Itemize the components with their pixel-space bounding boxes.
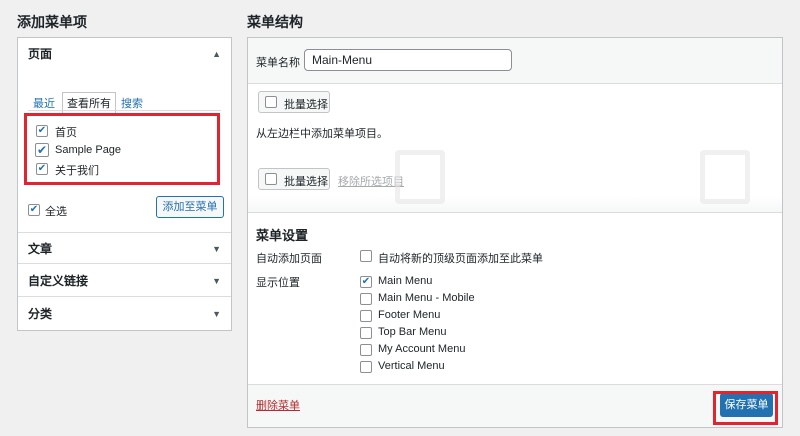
select-all-checkbox[interactable]: ✔: [28, 204, 40, 216]
location-label-my-account-menu: My Account Menu: [378, 343, 466, 355]
auto-add-pages-label: 自动添加页面: [256, 253, 322, 265]
add-menu-items-panel: 页面 ▲ 最近 查看所有 搜索 ✔ 首页 ✔ Sample Page ✔ 关于我…: [17, 37, 232, 331]
page-checkbox-about[interactable]: ✔: [36, 163, 48, 175]
page-label-sample: Sample Page: [55, 144, 122, 156]
posts-section-title: 文章: [28, 242, 53, 256]
bulk-select-button-bottom[interactable]: 批量选择: [258, 168, 330, 190]
expand-down-icon: ▼: [212, 309, 221, 319]
location-checkbox-my-account-menu[interactable]: [360, 344, 372, 356]
bulk-select-checkbox[interactable]: [265, 96, 277, 108]
location-label-main-menu-mobile: Main Menu - Mobile: [378, 292, 475, 304]
remove-selected-link[interactable]: 移除所选项目: [338, 173, 404, 189]
custom-links-section-header[interactable]: 自定义链接 ▼: [18, 265, 231, 297]
menu-header: 菜单名称: [248, 38, 782, 84]
add-to-menu-button[interactable]: 添加至菜单: [156, 196, 224, 218]
menu-items-divider: [248, 196, 782, 213]
custom-links-section-title: 自定义链接: [28, 274, 89, 288]
menu-footer: 删除菜单 保存菜单: [248, 384, 782, 427]
location-checkbox-vertical-menu[interactable]: [360, 361, 372, 373]
bulk-select-button-top[interactable]: 批量选择: [258, 91, 330, 113]
location-checkbox-main-menu-mobile[interactable]: [360, 293, 372, 305]
categories-section-title: 分类: [28, 307, 53, 321]
empty-menu-hint: 从左边栏中添加菜单项目。: [256, 128, 388, 140]
location-checkbox-top-bar-menu[interactable]: [360, 327, 372, 339]
location-checkbox-footer-menu[interactable]: [360, 310, 372, 322]
location-label-top-bar-menu: Top Bar Menu: [378, 326, 447, 338]
categories-section-header[interactable]: 分类 ▼: [18, 298, 231, 330]
page-label-about: 关于我们: [55, 165, 99, 177]
location-checkbox-main-menu[interactable]: ✔: [360, 276, 372, 288]
pages-section-title: 页面: [28, 47, 53, 61]
add-menu-items-title: 添加菜单项: [17, 14, 87, 30]
menu-name-input[interactable]: [304, 49, 512, 71]
display-location-label: 显示位置: [256, 277, 300, 289]
page-label-home: 首页: [55, 127, 77, 139]
expand-down-icon: ▼: [212, 276, 221, 286]
page-checkbox-home[interactable]: ✔: [36, 125, 48, 137]
save-menu-button[interactable]: 保存菜单: [720, 393, 773, 417]
page-checkbox-sample[interactable]: ✔: [35, 143, 49, 157]
bulk-select-checkbox[interactable]: [265, 173, 277, 185]
menu-name-label: 菜单名称: [256, 57, 300, 69]
tab-recent[interactable]: 最近: [33, 95, 55, 111]
location-label-main-menu: Main Menu: [378, 275, 433, 287]
collapse-up-icon: ▲: [212, 49, 221, 59]
menu-structure-title: 菜单结构: [247, 14, 303, 30]
bulk-select-label: 批量选择: [284, 176, 328, 188]
auto-add-option: 自动将新的顶级页面添加至此菜单: [378, 253, 543, 265]
posts-section-header[interactable]: 文章 ▼: [18, 232, 231, 264]
bulk-select-label: 批量选择: [284, 99, 328, 111]
menu-settings-title: 菜单设置: [256, 228, 309, 243]
location-label-footer-menu: Footer Menu: [378, 309, 441, 321]
pages-section-header[interactable]: 页面 ▲: [18, 38, 231, 70]
tab-divider: [28, 110, 221, 111]
menu-structure-panel: 菜单名称 批量选择 从左边栏中添加菜单项目。 批量选择 移除所选项目 菜单设置 …: [247, 37, 783, 428]
expand-down-icon: ▼: [212, 244, 221, 254]
location-label-vertical-menu: Vertical Menu: [378, 360, 445, 372]
auto-add-checkbox[interactable]: [360, 250, 372, 262]
tab-search[interactable]: 搜索: [121, 95, 143, 111]
delete-menu-link[interactable]: 删除菜单: [256, 397, 300, 413]
select-all-label: 全选: [45, 206, 67, 218]
